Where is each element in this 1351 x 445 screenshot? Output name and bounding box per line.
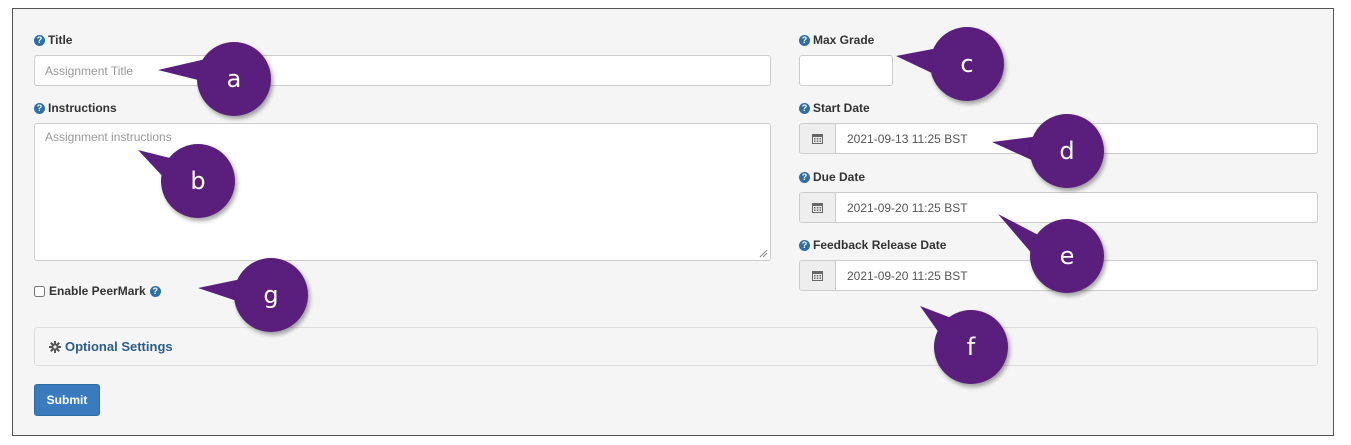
callout-g: g	[234, 258, 308, 332]
callout-c: c	[930, 27, 1004, 101]
callout-d: d	[1030, 114, 1104, 188]
callout-b: b	[161, 144, 235, 218]
callout-e: e	[1030, 219, 1104, 293]
callout-f: f	[934, 310, 1008, 384]
callout-a: a	[197, 42, 271, 116]
